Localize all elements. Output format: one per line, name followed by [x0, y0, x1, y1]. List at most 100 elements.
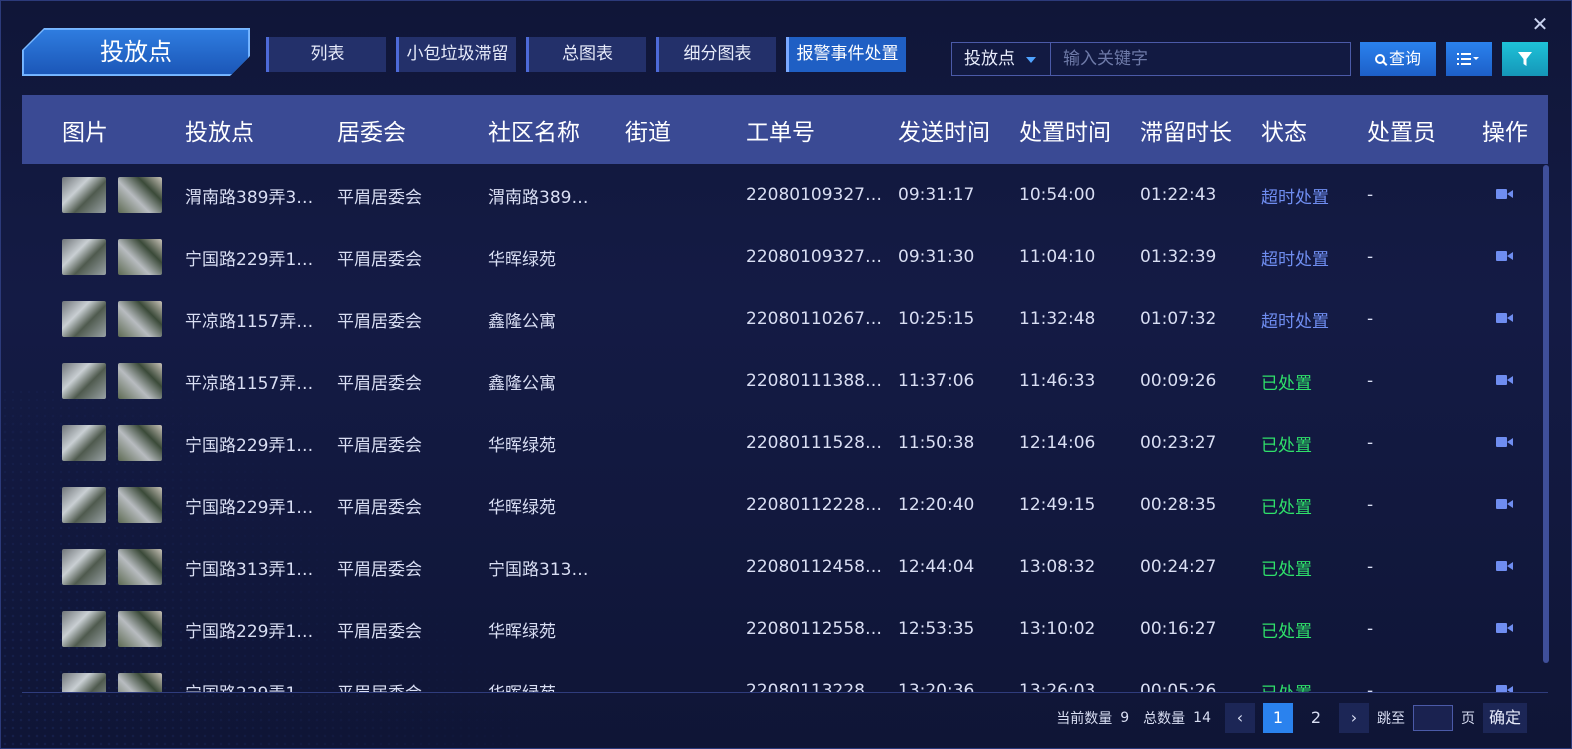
header-order: 工单号	[746, 119, 815, 146]
thumbnail-image[interactable]	[62, 673, 106, 693]
camera-icon[interactable]	[1496, 312, 1514, 324]
table-row[interactable]: 宁国路229弄1… 平眉居委会 华晖绿苑 22080112558… 12:53:35 13…	[22, 598, 1548, 660]
query-button[interactable]: 查询	[1360, 42, 1436, 76]
cell-point: 宁国路313弄1…	[185, 559, 314, 580]
tab-overall-chart[interactable]: 总图表	[526, 37, 646, 72]
table-row[interactable]: 宁国路229弄1… 平眉居委会 华晖绿苑 22080111528… 11:50:38 12…	[22, 412, 1548, 474]
row-images	[22, 549, 185, 585]
confirm-jump-button[interactable]: 确定	[1483, 703, 1527, 733]
camera-icon[interactable]	[1496, 622, 1514, 634]
cell-order: 22080111528…	[746, 433, 882, 453]
nav-tabs: 列表 小包垃圾滞留 总图表 细分图表 报警事件处置	[266, 37, 906, 72]
thumbnail-image[interactable]	[62, 425, 106, 461]
thumbnail-image[interactable]	[118, 425, 162, 461]
table-row[interactable]: 渭南路389弄3… 平眉居委会 渭南路389… 22080109327… 09:31:1…	[22, 164, 1548, 226]
table-row[interactable]: 宁国路229弄1… 平眉居委会 华晖绿苑 22080109327… 09:31:30 11…	[22, 226, 1548, 288]
page-1-button[interactable]: 1	[1263, 703, 1293, 733]
tab-small-garbage[interactable]: 小包垃圾滞留	[396, 37, 516, 72]
cell-community: 华晖绿苑	[488, 679, 625, 694]
cell-stay-duration: 00:28:35	[1140, 495, 1217, 515]
filter-icon	[1518, 52, 1532, 66]
total-count: 14	[1193, 710, 1211, 726]
thumbnail-image[interactable]	[62, 487, 106, 523]
cell-send-time: 12:53:35	[898, 619, 975, 639]
header-process-time: 处置时间	[1019, 119, 1111, 146]
query-label: 查询	[1388, 49, 1421, 68]
thumbnail-image[interactable]	[62, 301, 106, 337]
table-row[interactable]: 宁国路229弄1…平眉居委会华晖绿苑22080113228…13:20:3613…	[22, 660, 1548, 693]
tab-list[interactable]: 列表	[266, 37, 386, 72]
cell-action	[1475, 557, 1535, 577]
cell-point: 宁国路229弄1…	[185, 497, 314, 518]
header-committee: 居委会	[337, 119, 406, 146]
table-row[interactable]: 宁国路313弄1… 平眉居委会 宁国路313… 22080112458… 12:44:0…	[22, 536, 1548, 598]
camera-icon[interactable]	[1496, 250, 1514, 262]
cell-order: 22080111388…	[746, 371, 882, 391]
cell-stay-duration: 00:09:26	[1140, 371, 1217, 391]
cell-committee: 平眉居委会	[337, 187, 422, 208]
cell-community: 宁国路313…	[488, 559, 589, 580]
row-images	[22, 425, 185, 461]
header-community: 社区名称	[488, 119, 580, 146]
thumbnail-image[interactable]	[118, 611, 162, 647]
table-scrollbar[interactable]	[1543, 165, 1549, 663]
cell-send-time: 11:50:38	[898, 433, 975, 453]
jump-label: 跳至	[1377, 711, 1405, 727]
cell-send-time: 12:44:04	[898, 557, 975, 577]
thumbnail-image[interactable]	[62, 611, 106, 647]
header-staff: 处置员	[1367, 119, 1436, 146]
camera-icon[interactable]	[1496, 436, 1514, 448]
thumbnail-image[interactable]	[118, 239, 162, 275]
cell-order: 22080112228…	[746, 495, 882, 515]
cell-committee: 平眉居委会	[337, 559, 422, 580]
cell-action	[1475, 247, 1535, 267]
close-icon[interactable]: ✕	[1529, 13, 1551, 35]
cell-status: 已处置	[1261, 435, 1312, 456]
row-images	[22, 301, 185, 337]
thumbnail-image[interactable]	[62, 363, 106, 399]
tab-detail-chart[interactable]: 细分图表	[656, 37, 776, 72]
camera-icon[interactable]	[1496, 374, 1514, 386]
thumbnail-image[interactable]	[118, 549, 162, 585]
cell-send-time: 12:20:40	[898, 495, 975, 515]
cell-status: 已处置	[1261, 373, 1312, 394]
cell-staff: -	[1367, 433, 1374, 453]
cell-process-time: 13:10:02	[1019, 619, 1096, 639]
cell-community: 华晖绿苑	[488, 621, 556, 642]
cell-committee: 平眉居委会	[337, 311, 422, 332]
table-row[interactable]: 宁国路229弄1… 平眉居委会 华晖绿苑 22080112228… 12:20:40 12…	[22, 474, 1548, 536]
camera-icon[interactable]	[1496, 560, 1514, 572]
cell-staff: -	[1367, 619, 1374, 639]
cell-community: 华晖绿苑	[488, 249, 556, 270]
cell-process-time: 12:49:15	[1019, 495, 1096, 515]
thumbnail-image[interactable]	[118, 363, 162, 399]
next-page-button[interactable]: ›	[1339, 703, 1369, 733]
camera-icon[interactable]	[1496, 188, 1514, 200]
header-action: 操作	[1482, 119, 1528, 146]
thumbnail-image[interactable]	[62, 177, 106, 213]
cell-committee: 平眉居委会	[337, 497, 422, 518]
header-image: 图片	[62, 119, 108, 146]
table-row[interactable]: 平凉路1157弄… 平眉居委会 鑫隆公寓 22080111388… 11:37:06 11…	[22, 350, 1548, 412]
cell-point: 宁国路229弄1…	[185, 249, 314, 270]
thumbnail-image[interactable]	[62, 549, 106, 585]
search-input[interactable]	[1051, 42, 1351, 76]
page-2-button[interactable]: 2	[1301, 703, 1331, 733]
row-images	[22, 363, 185, 399]
tab-alarm-events[interactable]: 报警事件处置	[786, 37, 906, 72]
search-field-select[interactable]: 投放点	[951, 42, 1051, 76]
jump-page-input[interactable]	[1413, 705, 1453, 731]
prev-page-button[interactable]: ‹	[1225, 703, 1255, 733]
cell-community: 华晖绿苑	[488, 497, 556, 518]
list-menu-button[interactable]	[1446, 42, 1492, 76]
thumbnail-image[interactable]	[118, 673, 162, 693]
thumbnail-image[interactable]	[118, 177, 162, 213]
table-row[interactable]: 平凉路1157弄… 平眉居委会 鑫隆公寓 22080110267… 10:25:15 11…	[22, 288, 1548, 350]
cell-status: 已处置	[1261, 621, 1312, 642]
thumbnail-image[interactable]	[118, 487, 162, 523]
thumbnail-image[interactable]	[118, 301, 162, 337]
header-send-time: 发送时间	[898, 119, 990, 146]
filter-button[interactable]	[1502, 42, 1548, 76]
thumbnail-image[interactable]	[62, 239, 106, 275]
camera-icon[interactable]	[1496, 498, 1514, 510]
